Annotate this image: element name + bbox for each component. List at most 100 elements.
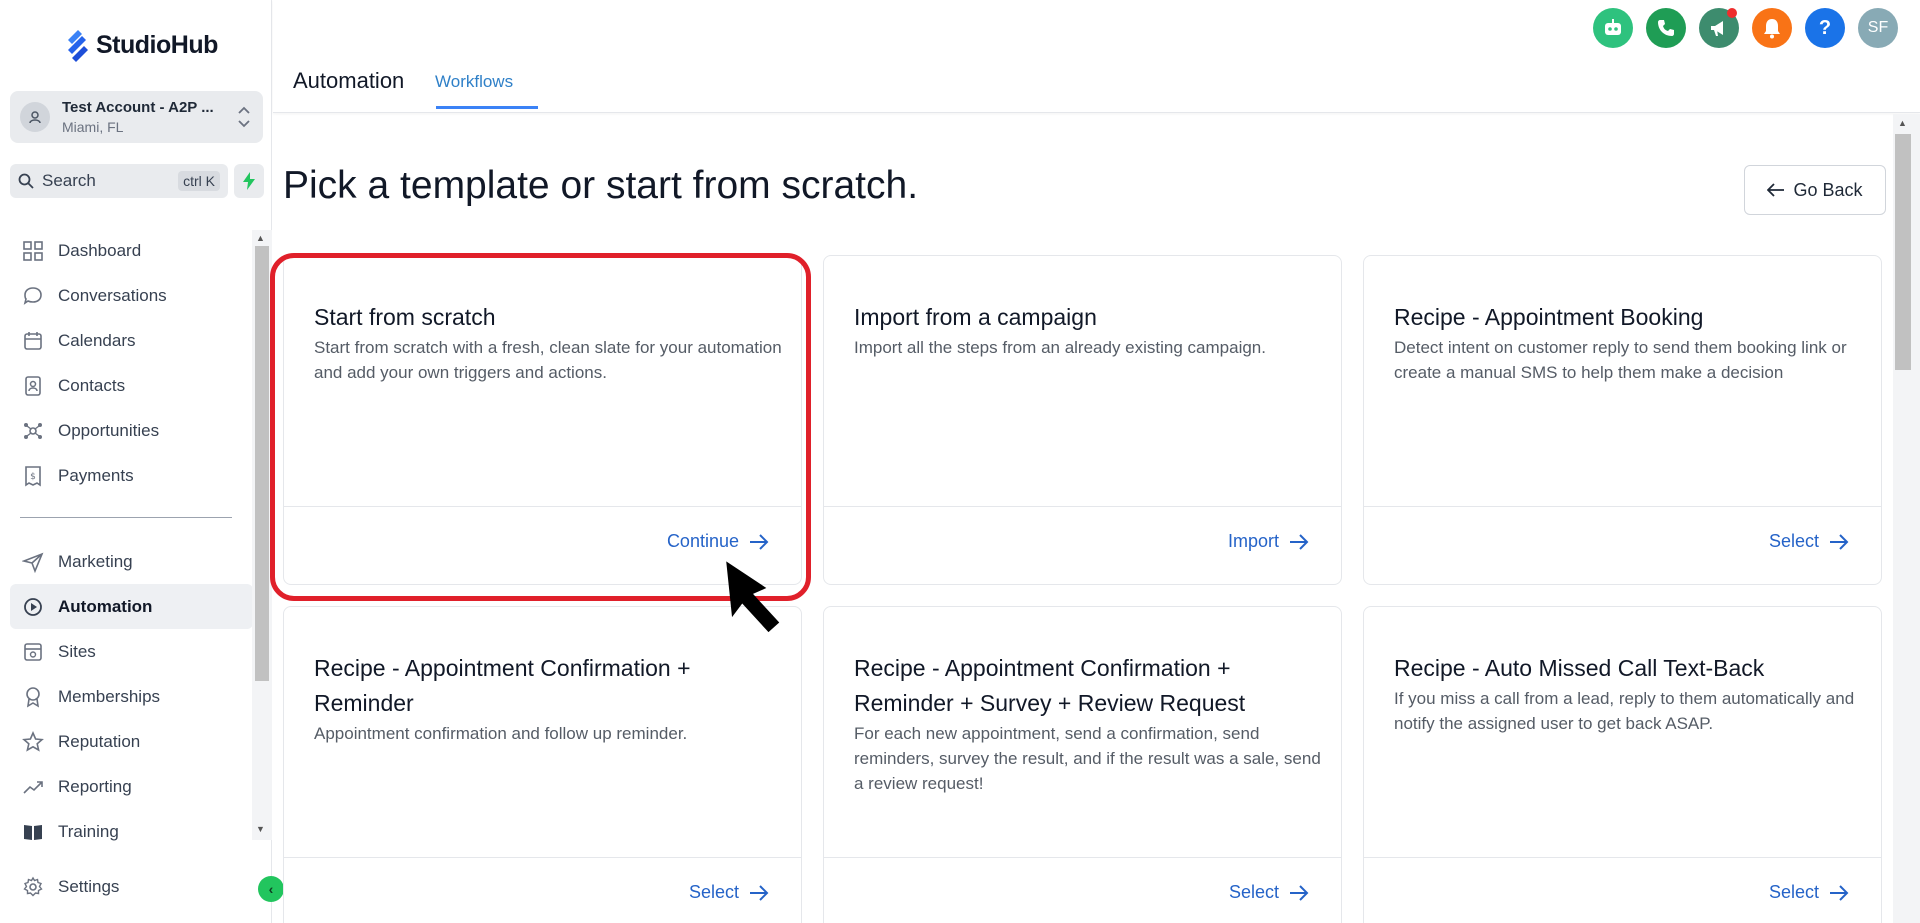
sidebar-scroll-thumb[interactable] — [255, 246, 269, 681]
search-bar[interactable]: Search ctrl K — [10, 164, 228, 198]
nav-label: Settings — [58, 876, 120, 896]
nav-label: Training — [58, 821, 119, 841]
quick-actions-button[interactable] — [234, 164, 264, 198]
account-switcher[interactable]: Test Account - A2P ... Miami, FL — [10, 91, 263, 143]
select-button[interactable]: Select — [1769, 882, 1849, 903]
card-title: Recipe - Appointment Booking Detect inte… — [1394, 300, 1854, 385]
bolt-icon — [243, 172, 255, 190]
ai-assistant-button[interactable] — [1593, 8, 1633, 48]
svg-text:$: $ — [30, 472, 36, 482]
action-label: Select — [688, 882, 739, 902]
notifications-button[interactable] — [1752, 8, 1792, 48]
go-back-label: Go Back — [1793, 179, 1863, 200]
select-button[interactable]: Select — [1769, 531, 1849, 552]
sidebar-item-calendars[interactable]: Calendars — [10, 318, 253, 363]
template-card-import[interactable]: Import from a campaign Import all the st… — [823, 255, 1342, 585]
sidebar-item-payments[interactable]: $ Payments — [10, 453, 253, 498]
phone-icon — [1658, 20, 1674, 36]
nav-label: Marketing — [58, 551, 133, 571]
nav-label: Automation — [58, 596, 153, 616]
nav-bottom: Marketing Automation Sites Memberships R… — [10, 539, 253, 854]
robot-icon — [1605, 19, 1621, 35]
avatar[interactable]: SF — [1858, 8, 1898, 48]
top-header: Automation Workflows ? SF — [273, 0, 1920, 113]
nav-label: Conversations — [58, 285, 167, 305]
star-icon — [22, 730, 44, 752]
template-card-appointment-booking[interactable]: Recipe - Appointment Booking Detect inte… — [1363, 255, 1882, 585]
active-tab-indicator — [436, 106, 538, 109]
account-avatar — [20, 102, 50, 132]
sidebar-item-contacts[interactable]: Contacts — [10, 363, 253, 408]
card-footer: Select — [1364, 857, 1881, 923]
sidebar-item-reputation[interactable]: Reputation — [10, 719, 253, 764]
page-heading: Pick a template or start from scratch. — [283, 164, 919, 207]
nav-settings: Settings — [10, 864, 253, 909]
opportunities-icon — [24, 422, 42, 439]
app-logo[interactable]: StudioHub — [64, 28, 218, 62]
action-label: Select — [1228, 882, 1279, 902]
logo-icon — [68, 30, 88, 62]
notification-dot — [1727, 8, 1737, 18]
card-description: Detect intent on customer reply to send … — [1394, 338, 1847, 382]
sidebar-item-reporting[interactable]: Reporting — [10, 764, 253, 809]
nav-label: Memberships — [58, 686, 161, 706]
sidebar-item-conversations[interactable]: Conversations — [10, 273, 253, 318]
sidebar-item-marketing[interactable]: Marketing — [10, 539, 253, 584]
automation-icon — [24, 597, 42, 616]
search-label: Search — [42, 171, 96, 190]
import-button[interactable]: Import — [1228, 531, 1309, 552]
sidebar-item-sites[interactable]: Sites — [10, 629, 253, 674]
template-card-confirmation-reminder[interactable]: Recipe - Appointment Confirmation + Remi… — [283, 606, 802, 923]
scroll-up-arrow-icon[interactable]: ▲ — [256, 233, 265, 243]
avatar-initials: SF — [1867, 19, 1889, 36]
dashboard-icon — [23, 240, 43, 261]
sidebar-item-memberships[interactable]: Memberships — [10, 674, 253, 719]
app-name: StudioHub — [96, 30, 218, 59]
card-description: Appointment confirmation and follow up r… — [314, 724, 688, 743]
template-card-missed-call[interactable]: Recipe - Auto Missed Call Text-Back If y… — [1363, 606, 1882, 923]
nav-label: Calendars — [58, 330, 136, 350]
highlight-outline — [270, 253, 811, 601]
card-title: Recipe - Appointment Confirmation + Remi… — [314, 651, 774, 746]
action-label: Select — [1768, 882, 1819, 902]
card-footer: Select — [824, 857, 1341, 923]
calendar-icon — [24, 331, 42, 350]
page-title: Automation — [293, 68, 405, 93]
nav-label: Reporting — [58, 776, 132, 796]
go-back-button[interactable]: Go Back — [1744, 165, 1886, 215]
scroll-up-arrow-icon[interactable]: ▲ — [1898, 118, 1907, 128]
announcements-button[interactable] — [1699, 8, 1739, 48]
trend-icon — [23, 780, 43, 794]
nav-label: Sites — [58, 641, 96, 661]
help-button[interactable]: ? — [1805, 8, 1845, 48]
send-icon — [22, 552, 44, 573]
action-label: Import — [1227, 531, 1279, 551]
sidebar-item-settings[interactable]: Settings — [10, 864, 253, 909]
arrow-right-icon — [1830, 533, 1849, 550]
sidebar-item-training[interactable]: Training — [10, 809, 253, 854]
account-location: Miami, FL — [62, 119, 124, 135]
header-actions: ? SF — [1593, 8, 1898, 48]
select-button[interactable]: Select — [1229, 882, 1309, 903]
arrow-left-icon — [1767, 183, 1785, 197]
book-icon — [24, 824, 42, 840]
arrow-right-icon — [1830, 884, 1849, 901]
arrow-right-icon — [1290, 533, 1309, 550]
account-name: Test Account - A2P ... — [62, 99, 214, 116]
select-button[interactable]: Select — [689, 882, 769, 903]
search-shortcut: ctrl K — [178, 171, 220, 191]
sidebar-item-dashboard[interactable]: Dashboard — [10, 228, 253, 273]
nav-top: Dashboard Conversations Calendars Contac… — [10, 228, 253, 498]
nav-label: Reputation — [58, 731, 141, 751]
card-title: Import from a campaign Import all the st… — [854, 300, 1314, 360]
gear-icon — [23, 876, 43, 896]
sidebar-item-opportunities[interactable]: Opportunities — [10, 408, 253, 453]
location-user-icon — [29, 111, 41, 124]
phone-button[interactable] — [1646, 8, 1686, 48]
scroll-down-arrow-icon[interactable]: ▼ — [256, 824, 265, 834]
nav-label: Dashboard — [58, 240, 142, 260]
tab-workflows[interactable]: Workflows — [435, 72, 513, 92]
sidebar-item-automation[interactable]: Automation — [10, 584, 253, 629]
page-scroll-thumb[interactable] — [1895, 134, 1911, 370]
template-card-confirmation-survey[interactable]: Recipe - Appointment Confirmation + Remi… — [823, 606, 1342, 923]
